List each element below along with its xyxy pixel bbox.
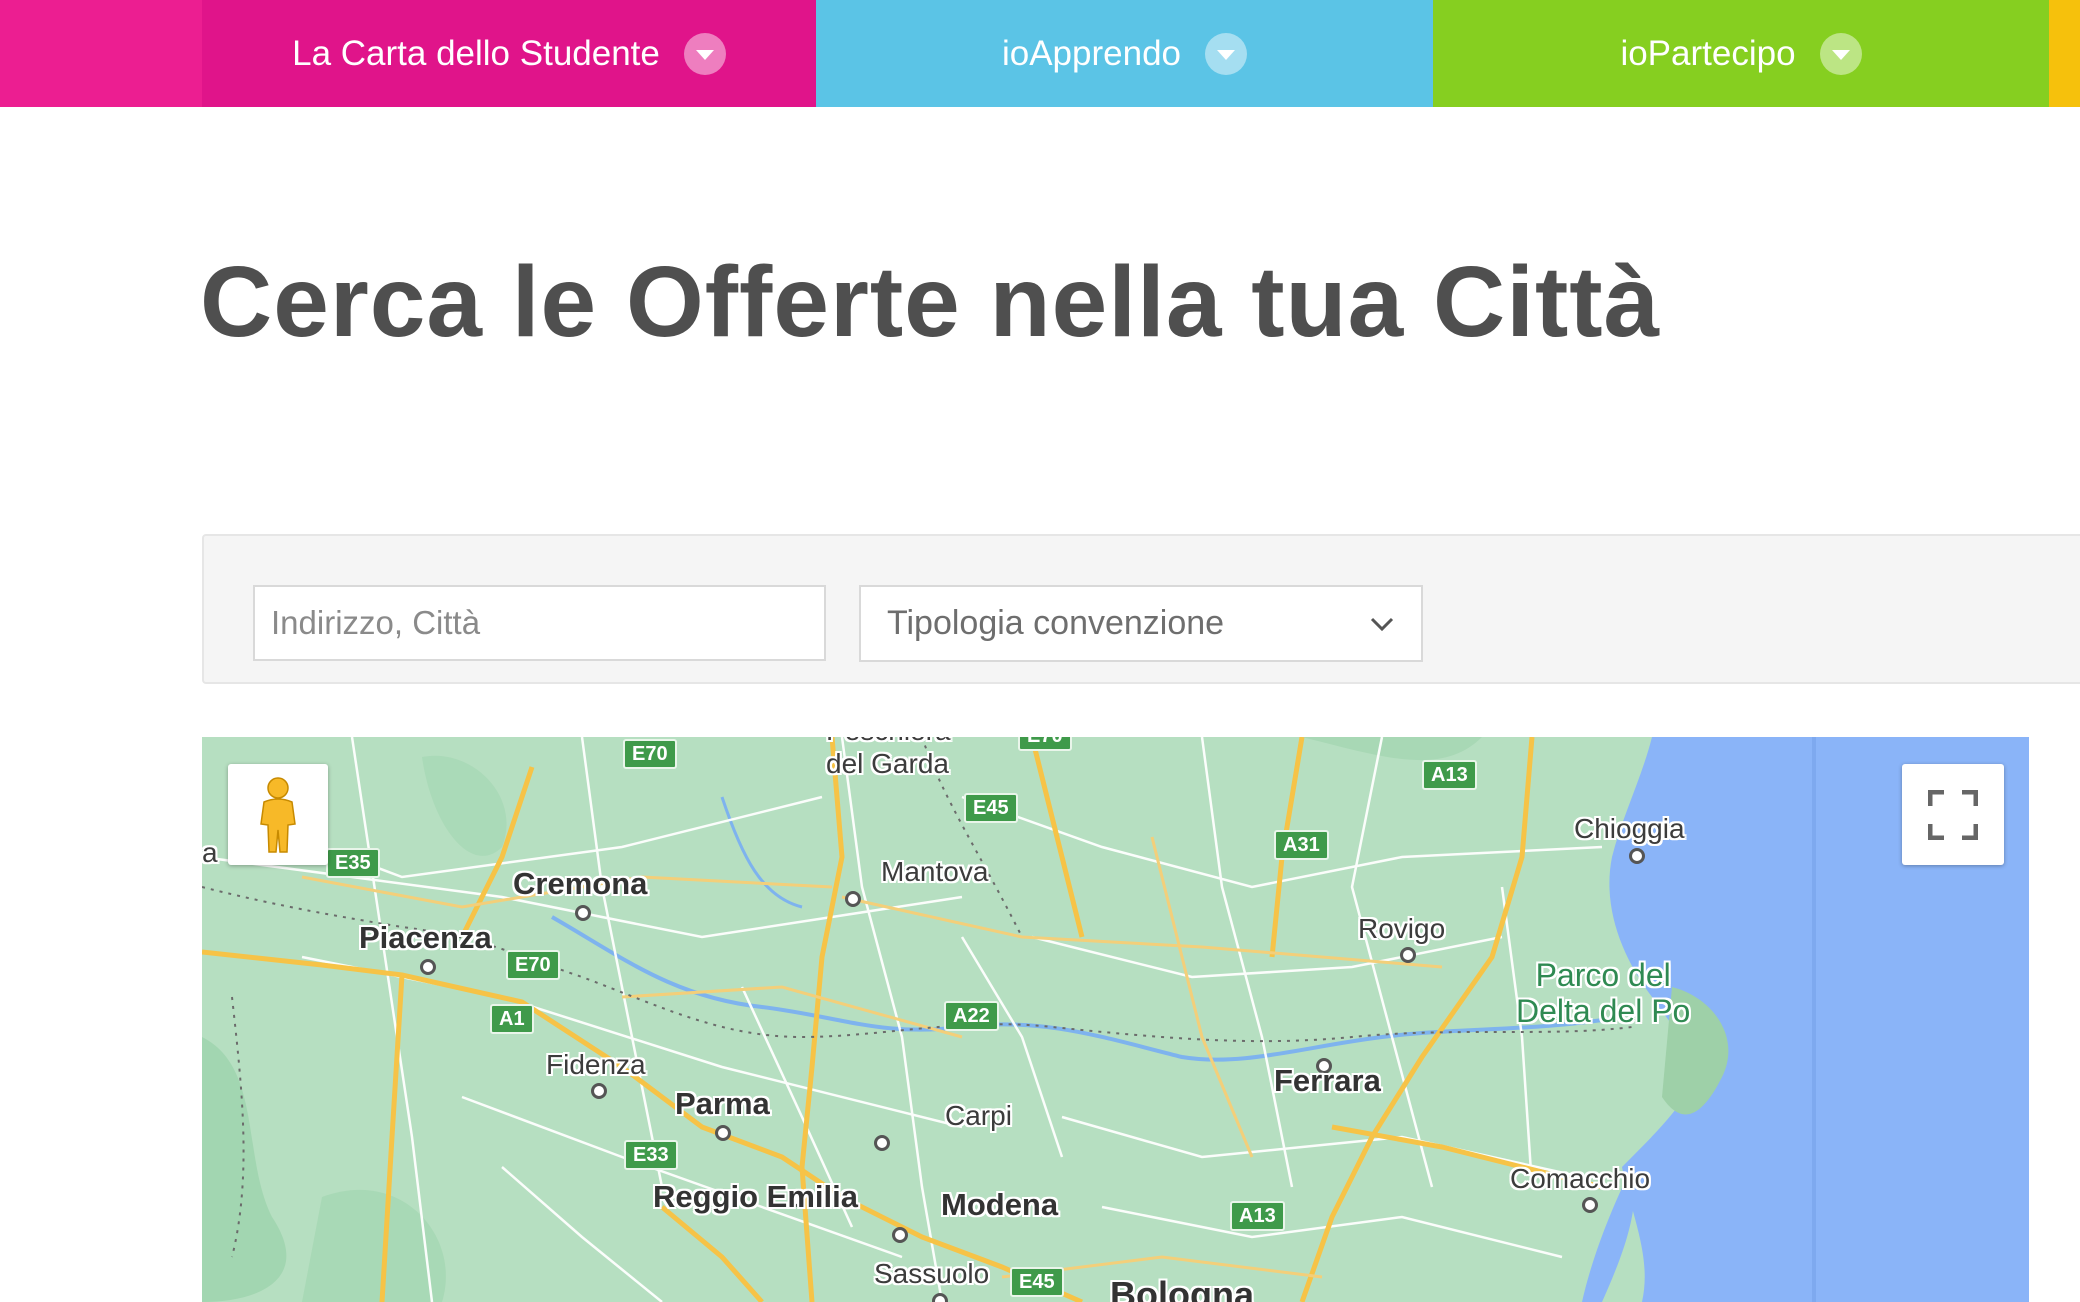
city-marker	[892, 1227, 908, 1243]
select-value: Tipologia convenzione	[887, 604, 1225, 642]
road-shield-e70: E70	[623, 739, 677, 769]
pegman-icon	[260, 776, 296, 853]
map-label-reggio-emilia: Reggio Emilia	[653, 1179, 858, 1214]
map-view[interactable]: E70 E70 E45 A13 A31 E35 E70 A1 A22 E33 A…	[202, 737, 2029, 1302]
fullscreen-icon	[1928, 789, 1978, 840]
city-marker	[845, 891, 861, 907]
city-marker	[575, 905, 591, 921]
map-base	[202, 737, 2029, 1302]
road-shield-e33: E33	[624, 1140, 678, 1170]
map-label-ferrara: Ferrara	[1274, 1063, 1381, 1098]
map-label-cremona: Cremona	[513, 866, 648, 901]
map-label-peschiera: Peschiera	[826, 737, 951, 747]
map-label-modena: Modena	[941, 1187, 1059, 1222]
nav-item-label: ioApprendo	[1001, 33, 1182, 73]
map-label-parco-delta-del-po: Parco del Delta del Po	[1516, 957, 1690, 1029]
map-label-bologna: Bologna	[1110, 1274, 1254, 1302]
map-label-comacchio: Comacchio	[1510, 1163, 1651, 1194]
city-marker	[715, 1125, 731, 1141]
city-marker	[1582, 1197, 1598, 1213]
city-marker	[591, 1083, 607, 1099]
page-title: Cerca le Offerte nella tua Città	[200, 246, 1661, 358]
map-label-del-garda: del Garda	[826, 748, 949, 779]
chevron-down-icon	[1370, 617, 1394, 631]
chevron-down-icon[interactable]	[1205, 32, 1248, 75]
street-view-button[interactable]	[228, 764, 328, 865]
map-label-fidenza: Fidenza	[546, 1049, 646, 1080]
chevron-down-icon[interactable]	[1819, 32, 1862, 75]
road-shield-e35: E35	[326, 848, 380, 878]
nav-yellow-edge[interactable]	[2049, 0, 2080, 107]
map-label-rovigo: Rovigo	[1358, 913, 1446, 944]
road-shield-a22: A22	[944, 1001, 999, 1031]
city-marker	[1400, 947, 1416, 963]
top-navigation: La Carta dello Studente ioApprendo ioPar…	[0, 0, 2080, 107]
park-label-line: Delta del Po	[1516, 993, 1691, 1029]
city-marker	[1629, 848, 1645, 864]
road-shield-a13: A13	[1422, 760, 1477, 790]
map-label-chioggia: Chioggia	[1574, 813, 1685, 844]
road-shield-a31: A31	[1274, 830, 1329, 860]
road-shield-e45: E45	[964, 793, 1018, 823]
convention-type-select[interactable]: Tipologia convenzione	[859, 585, 1423, 662]
map-label-edge: a	[202, 837, 218, 868]
map-label-mantova: Mantova	[881, 856, 989, 887]
map-label-carpi: Carpi	[945, 1100, 1012, 1131]
city-marker	[932, 1293, 948, 1302]
nav-pink-edge	[0, 0, 202, 107]
fullscreen-button[interactable]	[1902, 764, 2004, 865]
filter-bar: Tipologia convenzione	[202, 534, 2080, 684]
city-marker	[874, 1135, 890, 1151]
city-marker	[420, 959, 436, 975]
road-shield-a1: A1	[490, 1004, 534, 1034]
road-shield-e70: E70	[1018, 737, 1072, 751]
nav-item-label: La Carta dello Studente	[292, 33, 660, 73]
map-label-piacenza: Piacenza	[359, 920, 492, 955]
road-shield-e70: E70	[506, 950, 560, 980]
nav-item-la-carta-dello-studente[interactable]: La Carta dello Studente	[202, 0, 816, 107]
address-search-input[interactable]	[253, 585, 826, 661]
nav-item-label: ioPartecipo	[1620, 33, 1796, 73]
road-shield-a13: A13	[1230, 1201, 1285, 1231]
chevron-down-icon[interactable]	[683, 32, 726, 75]
road-shield-e45: E45	[1010, 1267, 1064, 1297]
nav-item-ioapprendo[interactable]: ioApprendo	[816, 0, 1433, 107]
map-label-parma: Parma	[675, 1086, 770, 1121]
map-label-sassuolo: Sassuolo	[874, 1258, 990, 1289]
nav-item-iopartecipo[interactable]: ioPartecipo	[1433, 0, 2049, 107]
park-label-line: Parco del	[1535, 957, 1671, 993]
